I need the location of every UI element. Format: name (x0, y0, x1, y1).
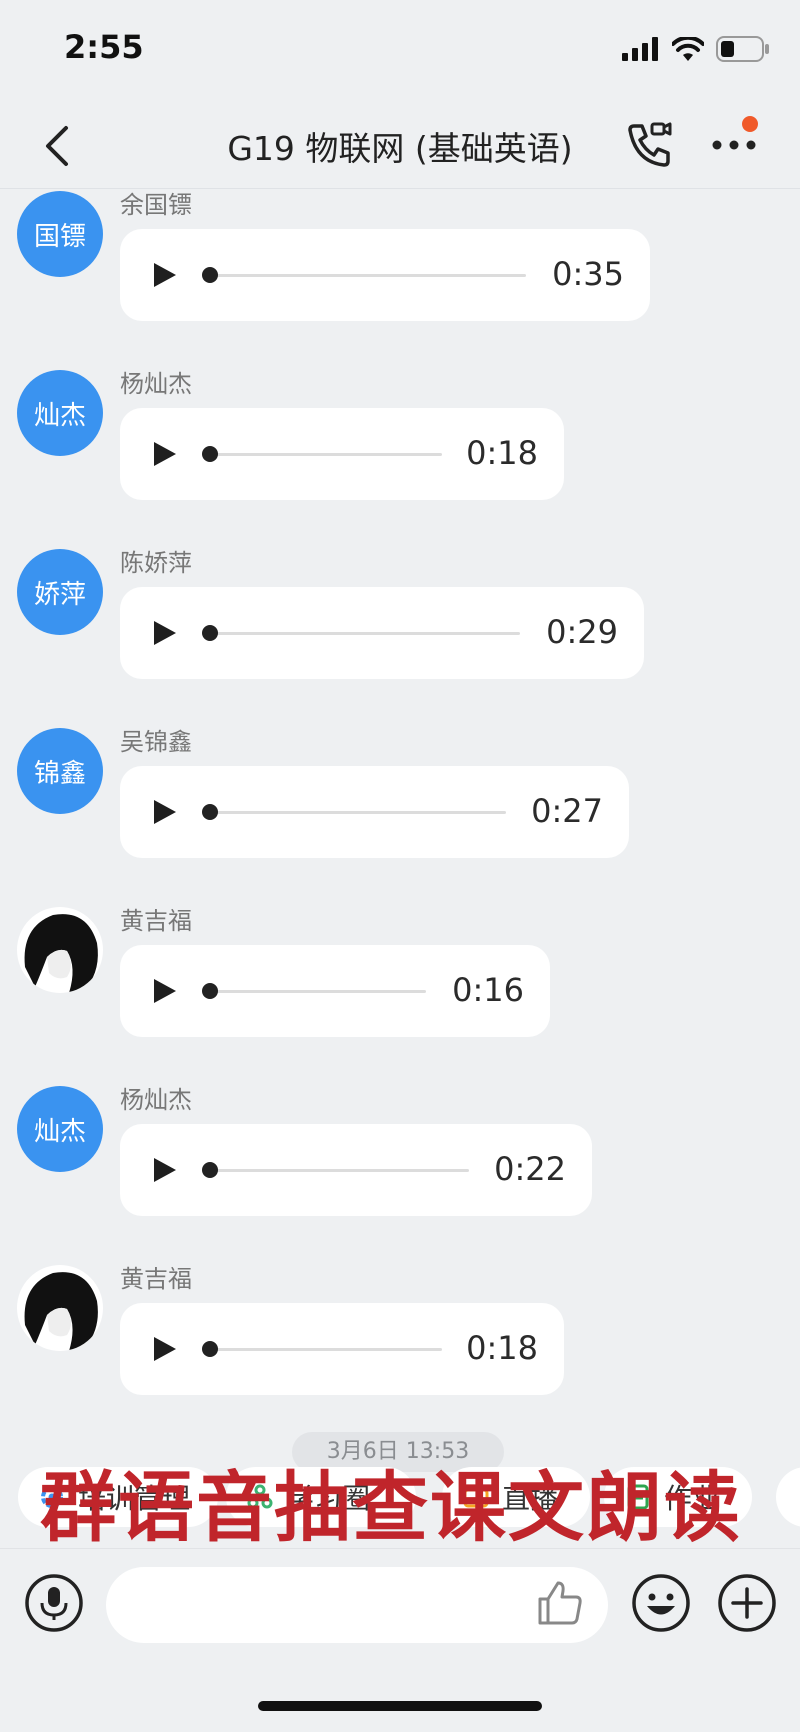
avatar-photo-icon (24, 1272, 98, 1351)
progress-track[interactable] (202, 983, 426, 999)
voice-duration: 0:22 (494, 1150, 566, 1188)
progress-track[interactable] (202, 804, 506, 820)
play-icon[interactable] (148, 438, 180, 470)
progress-track[interactable] (202, 267, 526, 283)
voice-bubble[interactable]: 0:27 (120, 766, 629, 858)
voice-bubble[interactable]: 0:18 (120, 1303, 564, 1395)
play-icon[interactable] (148, 1333, 180, 1365)
voice-bubble[interactable]: 0:29 (120, 587, 644, 679)
sender-name: 黄吉福 (120, 907, 192, 935)
voice-message: 黄吉福 0:16 (0, 905, 800, 1055)
sender-name: 陈娇萍 (120, 549, 192, 577)
home-indicator (258, 1701, 542, 1711)
progress-track[interactable] (202, 625, 520, 641)
signal-icon (622, 37, 658, 61)
voice-duration: 0:16 (452, 971, 524, 1009)
sender-name: 黄吉福 (120, 1265, 192, 1293)
progress-track[interactable] (202, 1162, 469, 1178)
progress-knob[interactable] (202, 625, 218, 641)
wifi-icon (672, 37, 704, 61)
overlay-caption: 群语音抽查课文朗读 (40, 1463, 742, 1552)
voice-bubble[interactable]: 0:35 (120, 229, 650, 321)
more-button[interactable] (700, 114, 768, 176)
play-icon[interactable] (148, 259, 180, 291)
sender-name: 杨灿杰 (120, 1086, 192, 1114)
avatar[interactable] (17, 907, 103, 993)
chat-title: G19 物联网 (基础英语) (227, 129, 573, 168)
nav-bar: G19 物联网 (基础英语) (0, 100, 800, 189)
avatar[interactable]: 灿杰 (17, 1086, 103, 1172)
message-input[interactable] (106, 1567, 608, 1643)
chat-area[interactable]: 国镖 余国镖 0:35 灿杰 杨灿杰 0:18 娇萍 陈娇萍 0:29 锦鑫 吴… (0, 189, 800, 1449)
progress-knob[interactable] (202, 1341, 218, 1357)
progress-knob[interactable] (202, 267, 218, 283)
voice-message: 锦鑫 吴锦鑫 0:27 (0, 726, 800, 876)
voice-duration: 0:35 (552, 255, 624, 293)
thumbs-up-icon[interactable] (536, 1579, 584, 1627)
chip-more[interactable] (776, 1467, 800, 1527)
play-icon[interactable] (148, 617, 180, 649)
notification-dot (742, 116, 758, 132)
avatar[interactable]: 国镖 (17, 191, 103, 277)
voice-message: 国镖 余国镖 0:35 (0, 189, 800, 339)
microphone-icon[interactable] (24, 1573, 84, 1633)
voice-duration: 0:18 (466, 1329, 538, 1367)
play-icon[interactable] (148, 1154, 180, 1186)
voice-bubble[interactable]: 0:18 (120, 408, 564, 500)
voice-message: 灿杰 杨灿杰 0:18 (0, 368, 800, 518)
voice-bubble[interactable]: 0:22 (120, 1124, 592, 1216)
avatar[interactable]: 锦鑫 (17, 728, 103, 814)
sender-name: 余国镖 (120, 191, 192, 219)
progress-knob[interactable] (202, 446, 218, 462)
voice-message: 灿杰 杨灿杰 0:22 (0, 1084, 800, 1234)
sender-name: 杨灿杰 (120, 370, 192, 398)
emoji-icon[interactable] (631, 1573, 691, 1633)
play-icon[interactable] (148, 796, 180, 828)
avatar[interactable]: 娇萍 (17, 549, 103, 635)
phone-video-icon (628, 122, 672, 167)
voice-duration: 0:18 (466, 434, 538, 472)
progress-track[interactable] (202, 1341, 442, 1357)
status-time: 2:55 (64, 28, 144, 66)
play-icon[interactable] (148, 975, 180, 1007)
plus-icon[interactable] (717, 1573, 777, 1633)
progress-knob[interactable] (202, 804, 218, 820)
input-bar (0, 1548, 800, 1657)
avatar[interactable]: 灿杰 (17, 370, 103, 456)
more-dots-icon (712, 140, 756, 150)
avatar[interactable] (17, 1265, 103, 1351)
voice-message: 娇萍 陈娇萍 0:29 (0, 547, 800, 697)
voice-duration: 0:29 (546, 613, 618, 651)
status-bar: 2:55 (0, 0, 800, 100)
call-button[interactable] (618, 114, 680, 176)
voice-message: 黄吉福 0:18 (0, 1263, 800, 1413)
voice-duration: 0:27 (531, 792, 603, 830)
avatar-photo-icon (24, 914, 98, 993)
progress-knob[interactable] (202, 1162, 218, 1178)
progress-knob[interactable] (202, 983, 218, 999)
sender-name: 吴锦鑫 (120, 728, 192, 756)
progress-track[interactable] (202, 446, 442, 462)
battery-icon (716, 36, 769, 62)
voice-bubble[interactable]: 0:16 (120, 945, 550, 1037)
